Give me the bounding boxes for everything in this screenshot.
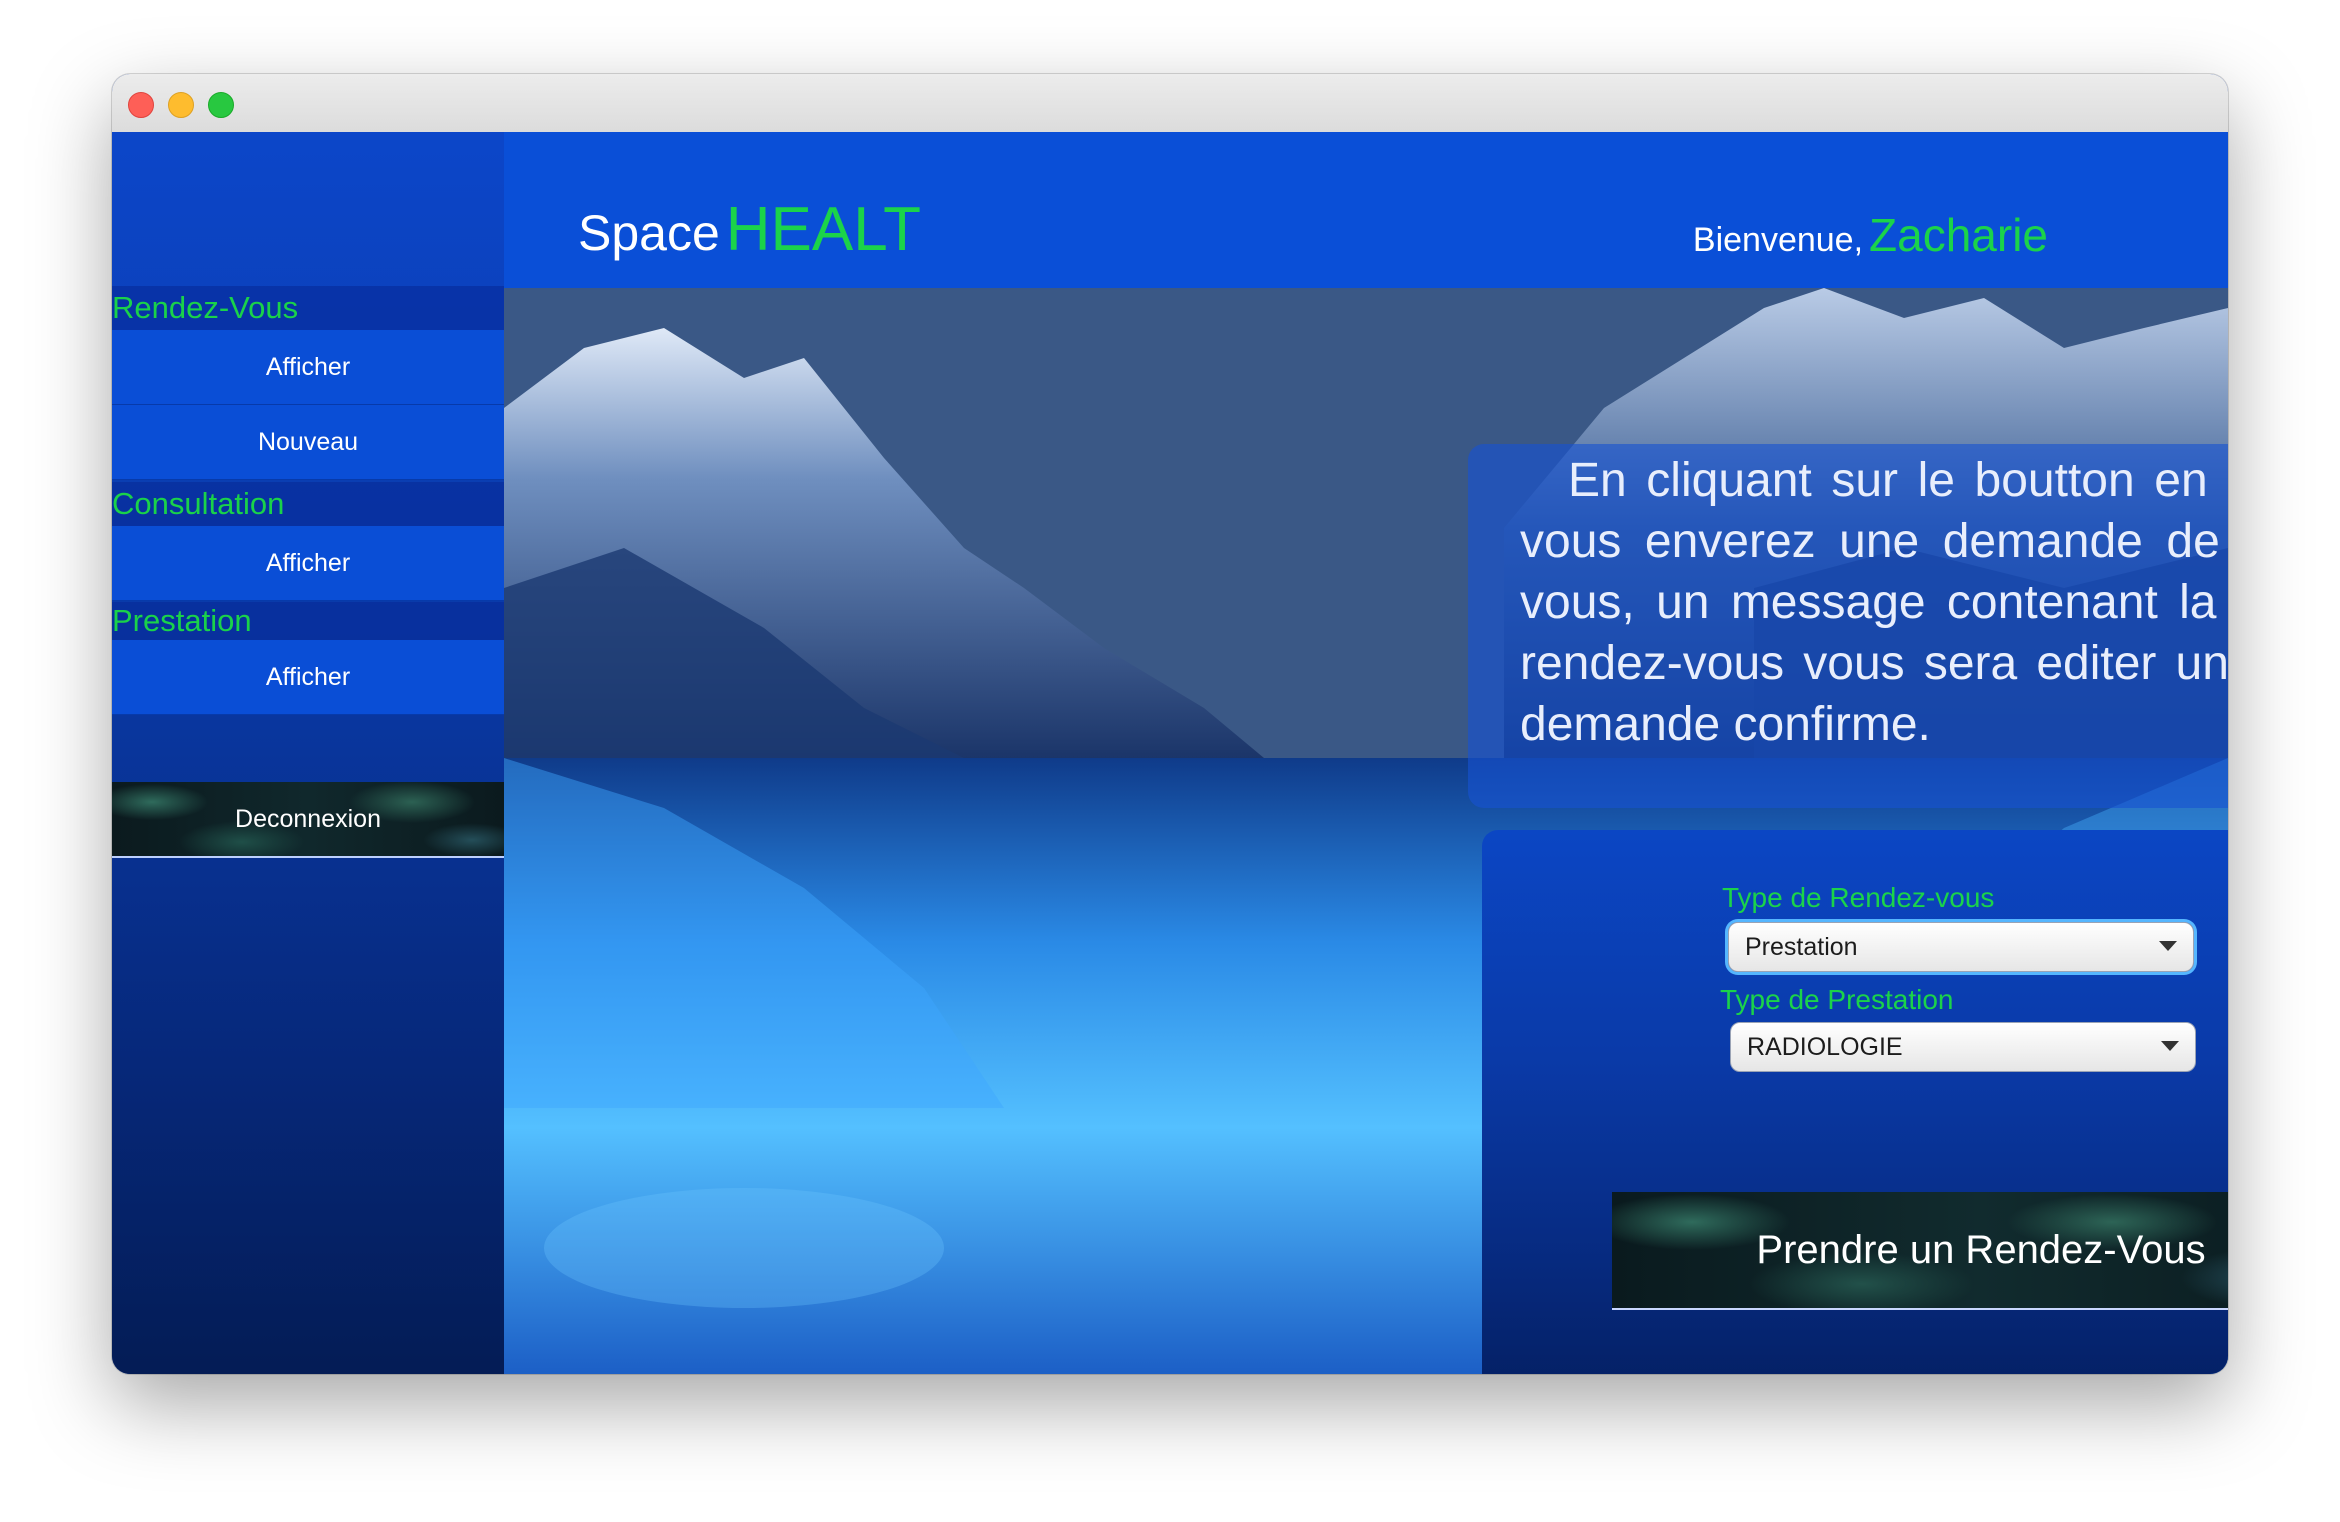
info-panel: En cliquant sur le boutton en dessous vo…	[1468, 444, 2228, 808]
info-text: En cliquant sur le boutton en dessous vo…	[1520, 454, 2228, 751]
welcome-message: Bienvenue, Zacharie	[1693, 208, 2048, 262]
brand-logo: SpaceHEALT	[578, 194, 921, 265]
prendre-rendez-vous-button[interactable]: Prendre un Rendez-Vous	[1612, 1192, 2228, 1310]
type-prestation-value: RADIOLOGIE	[1747, 1033, 1903, 1061]
content-area: Rendez-Vous Afficher Nouveau Consultatio…	[112, 132, 2228, 1374]
maximize-window-button[interactable]	[208, 92, 234, 118]
sidebar-item-rendez-vous-afficher[interactable]: Afficher	[112, 330, 504, 405]
header: SpaceHEALT Bienvenue, Zacharie	[504, 132, 2228, 288]
chevron-down-icon	[2159, 941, 2177, 951]
appointment-form: Type de Rendez-vous Prestation Type de P…	[1482, 830, 2228, 1374]
app-window: Rendez-Vous Afficher Nouveau Consultatio…	[112, 74, 2228, 1374]
logout-button[interactable]: Deconnexion	[112, 782, 504, 858]
sidebar-section-prestation: Prestation	[112, 602, 504, 640]
chevron-down-icon	[2161, 1041, 2179, 1051]
user-name: Zacharie	[1869, 209, 2048, 261]
sidebar-item-rendez-vous-nouveau[interactable]: Nouveau	[112, 405, 504, 480]
type-rendez-vous-select[interactable]: Prestation	[1728, 922, 2194, 972]
sidebar-section-consultation: Consultation	[112, 482, 504, 526]
close-window-button[interactable]	[128, 92, 154, 118]
type-prestation-select[interactable]: RADIOLOGIE	[1730, 1022, 2196, 1072]
sidebar-section-rendez-vous: Rendez-Vous	[112, 286, 504, 330]
type-rendez-vous-label: Type de Rendez-vous	[1722, 882, 1995, 913]
brand-part-2: HEALT	[725, 195, 922, 264]
type-prestation-label: Type de Prestation	[1720, 984, 1954, 1015]
welcome-label: Bienvenue,	[1692, 221, 1864, 259]
title-bar	[112, 74, 2228, 133]
sidebar-item-prestation-afficher[interactable]: Afficher	[112, 640, 504, 715]
type-rendez-vous-value: Prestation	[1745, 933, 1858, 961]
brand-part-1: Space	[578, 205, 720, 261]
sidebar-item-consultation-afficher[interactable]: Afficher	[112, 526, 504, 601]
minimize-window-button[interactable]	[168, 92, 194, 118]
sidebar: Rendez-Vous Afficher Nouveau Consultatio…	[112, 132, 504, 1374]
